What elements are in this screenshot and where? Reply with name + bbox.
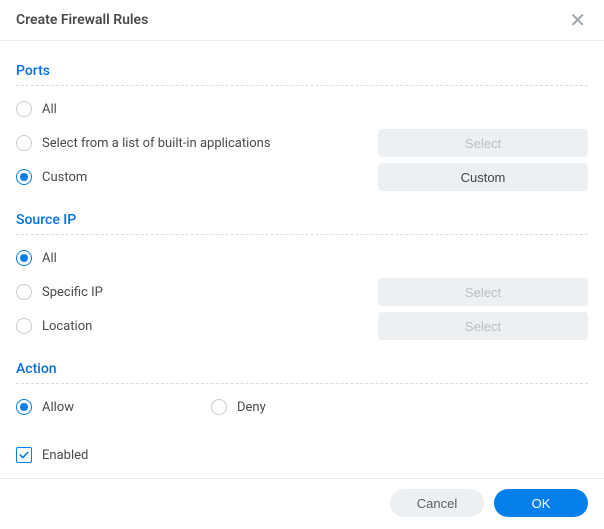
label-ports-custom: Custom xyxy=(42,170,87,185)
label-source-all: All xyxy=(42,251,57,266)
ports-row-custom: Custom Custom xyxy=(16,160,588,194)
dialog-footer: Cancel OK xyxy=(0,478,604,529)
check-icon xyxy=(18,449,30,461)
radio-source-specific[interactable] xyxy=(16,284,32,300)
section-heading-ports: Ports xyxy=(16,53,588,86)
radio-source-location[interactable] xyxy=(16,318,32,334)
source-location-select-button[interactable]: Select xyxy=(378,312,588,340)
label-ports-apps: Select from a list of built-in applicati… xyxy=(42,136,271,151)
radio-source-all[interactable] xyxy=(16,250,32,266)
radio-ports-apps[interactable] xyxy=(16,135,32,151)
dialog-header: Create Firewall Rules ✕ xyxy=(0,0,604,41)
label-action-allow: Allow xyxy=(42,400,74,415)
ports-row-apps: Select from a list of built-in applicati… xyxy=(16,126,588,160)
source-specific-select-button[interactable]: Select xyxy=(378,278,588,306)
radio-ports-all[interactable] xyxy=(16,101,32,117)
label-enabled: Enabled xyxy=(42,448,88,463)
ports-custom-button[interactable]: Custom xyxy=(378,163,588,191)
action-row: Allow Deny xyxy=(16,390,588,424)
dialog-title: Create Firewall Rules xyxy=(16,12,148,28)
radio-action-deny[interactable] xyxy=(211,399,227,415)
source-row-specific: Specific IP Select xyxy=(16,275,588,309)
label-action-deny: Deny xyxy=(237,400,266,415)
ports-apps-select-button[interactable]: Select xyxy=(378,129,588,157)
checkbox-enabled[interactable] xyxy=(16,447,32,463)
cancel-button[interactable]: Cancel xyxy=(390,489,484,517)
section-heading-source-ip: Source IP xyxy=(16,202,588,235)
ports-row-all: All xyxy=(16,92,588,126)
close-icon[interactable]: ✕ xyxy=(567,10,588,30)
enabled-row: Enabled xyxy=(16,438,588,472)
source-row-location: Location Select xyxy=(16,309,588,343)
radio-action-allow[interactable] xyxy=(16,399,32,415)
label-ports-all: All xyxy=(42,102,57,117)
dialog-content: Ports All Select from a list of built-in… xyxy=(0,41,604,478)
ok-button[interactable]: OK xyxy=(494,489,588,517)
label-source-location: Location xyxy=(42,319,92,334)
section-heading-action: Action xyxy=(16,351,588,384)
source-row-all: All xyxy=(16,241,588,275)
label-source-specific: Specific IP xyxy=(42,285,103,300)
radio-ports-custom[interactable] xyxy=(16,169,32,185)
